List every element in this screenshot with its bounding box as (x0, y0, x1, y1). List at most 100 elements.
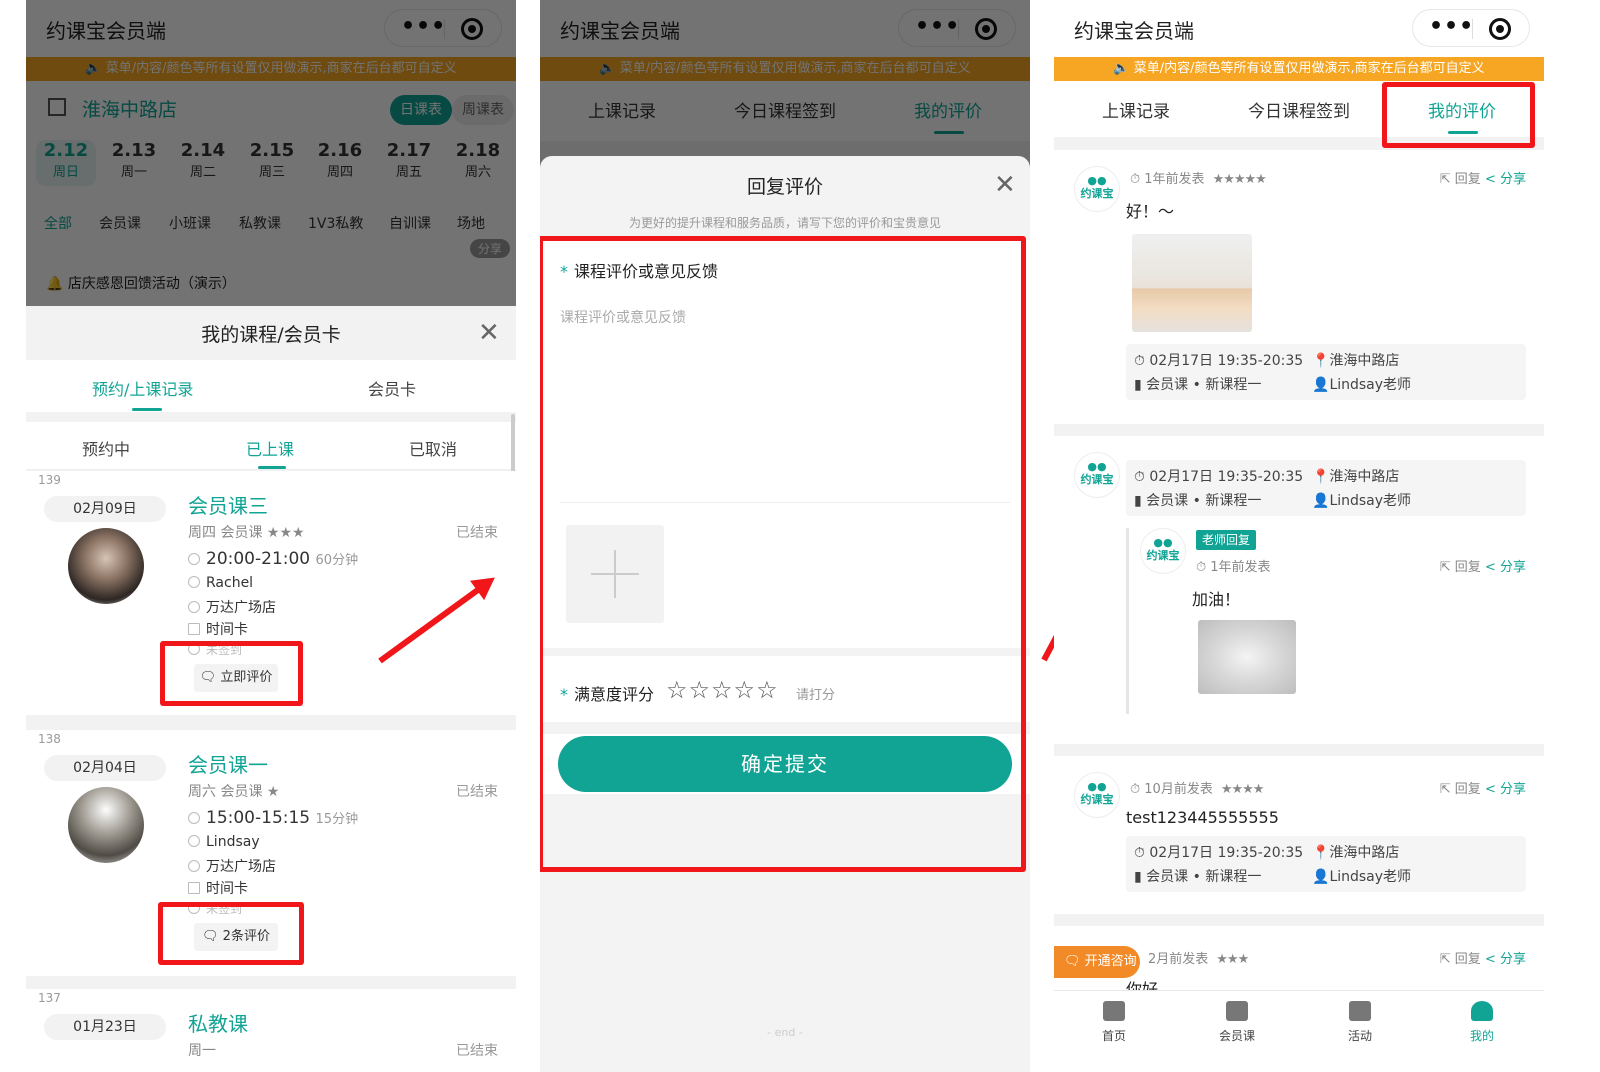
course-time: 15:00-15:15 15分钟 (188, 808, 358, 828)
course-title[interactable]: 会员课一 (188, 749, 268, 778)
teacher-reply-badge: 老师回复 (1196, 530, 1257, 550)
brand-logo: ●● 约课宝 (1140, 528, 1186, 574)
date-cell[interactable]: 2.17 周五 (379, 140, 439, 186)
mini-program-capsule[interactable]: ••• (1412, 9, 1530, 47)
review-photo[interactable] (1132, 234, 1252, 332)
course-card[interactable]: 139 02月09日 会员课三 周四 会员课 ★★★ 已结束 20:00-21:… (26, 471, 516, 715)
card-type: 时间卡 (188, 878, 248, 898)
course-date: 02月09日 (44, 496, 166, 522)
date-cell[interactable]: 2.13 周一 (104, 140, 164, 186)
close-icon[interactable]: ✕ (478, 320, 500, 346)
mini-program-capsule[interactable]: ••• (384, 9, 502, 47)
review-meta: ⏱ 1年前发表 ★★★★★ (1130, 172, 1267, 187)
nav-mine[interactable]: 我的 (1452, 1001, 1512, 1044)
share-link[interactable]: < 分享 (1485, 782, 1526, 797)
reply-photo[interactable] (1198, 620, 1296, 694)
date-cell[interactable]: 2.14 周二 (173, 140, 233, 186)
date-cell[interactable]: 2.15 周三 (242, 140, 302, 186)
more-icon[interactable]: ••• (401, 10, 445, 46)
tab-cancelled[interactable]: 已取消 (409, 436, 457, 460)
app-title: 约课宝会员端 (46, 19, 166, 43)
course-title[interactable]: 私教课 (188, 1008, 248, 1037)
tab-my-reviews[interactable]: 我的评价 (914, 97, 982, 122)
venue: 万达广场店 (188, 856, 276, 876)
user-icon (1471, 1001, 1493, 1021)
consult-button[interactable]: 🗨 开通咨询 (1054, 946, 1140, 978)
course-card[interactable]: 137 01月23日 私教课 周一 已结束 (26, 989, 516, 1072)
more-icon[interactable]: ••• (1429, 10, 1473, 46)
course-status: 已结束 (456, 1043, 498, 1059)
course-info: ⏱ 02月17日 19:35-20:35 📍淮海中路店 ▮ 会员课 • 新课程一 👤… (1126, 836, 1526, 892)
venue: 万达广场店 (188, 597, 276, 617)
review-item: ●● 约课宝 ⏱ 02月17日 19:35-20:35 📍淮海中路店 ▮ 会员课 •… (1054, 436, 1544, 744)
nav-activity[interactable]: 活动 (1330, 1001, 1390, 1044)
store-selector[interactable]: 淮海中路店 (82, 95, 177, 122)
review-item: ●● 约课宝 ⏱ 1年前发表 ★★★★★ ⇱ 回复 < 分享 好！～ ⏱ 02月17… (1054, 150, 1544, 424)
date-cell[interactable]: 2.16 周四 (310, 140, 370, 186)
nav-member-class[interactable]: 会员课 (1207, 1001, 1267, 1044)
tab-class-records[interactable]: 上课记录 (1102, 97, 1170, 122)
date-cell[interactable]: 2.12 周日 (36, 140, 96, 186)
tab-class-records[interactable]: 上课记录 (588, 97, 656, 122)
announcement[interactable]: 🔔 店庆感恩回馈活动（演示） (46, 273, 236, 293)
record-number: 138 (38, 732, 61, 746)
close-icon[interactable]: ✕ (994, 172, 1016, 198)
course-title[interactable]: 会员课三 (188, 490, 268, 519)
highlight-box (160, 641, 303, 706)
tab-today-checkin[interactable]: 今日课程签到 (734, 97, 836, 122)
course-subtitle: 周一 (188, 1043, 216, 1059)
tab-week-schedule[interactable]: 周课表 (452, 95, 514, 125)
category-tab[interactable]: 私教课 (239, 213, 281, 233)
category-tab[interactable]: 自训课 (389, 213, 431, 233)
coach-avatar (68, 528, 144, 604)
location-icon (188, 601, 200, 613)
person-icon (188, 835, 200, 847)
nav-home[interactable]: 首页 (1084, 1001, 1144, 1044)
more-icon[interactable]: ••• (915, 10, 959, 46)
coach-name: Rachel (188, 575, 253, 591)
course-subtitle: 周四 会员课 ★★★ (188, 525, 305, 541)
date-cell[interactable]: 2.18 周六 (448, 140, 508, 186)
tab-booked[interactable]: 预约中 (82, 436, 130, 460)
record-number: 139 (38, 473, 61, 487)
modal-title: 回复评价 (746, 176, 823, 198)
share-button[interactable]: 分享 (469, 239, 510, 258)
close-program-icon[interactable] (1489, 18, 1511, 40)
reply-link[interactable]: 回复 (1455, 782, 1481, 797)
tab-attended[interactable]: 已上课 (246, 436, 294, 460)
tab-day-schedule[interactable]: 日课表 (390, 95, 452, 125)
share-link[interactable]: < 分享 (1485, 172, 1526, 187)
brand-logo: ●● 约课宝 (1074, 166, 1120, 212)
share-link[interactable]: < 分享 (1485, 952, 1526, 967)
category-tab[interactable]: 小班课 (169, 213, 211, 233)
reply-link[interactable]: 回复 (1455, 172, 1481, 187)
mini-program-capsule[interactable]: ••• (898, 9, 1016, 47)
card-icon (188, 882, 200, 894)
share-link[interactable]: < 分享 (1485, 560, 1526, 575)
reply-text: 加油！ (1192, 590, 1241, 609)
category-tab[interactable]: 1V3私教 (308, 213, 363, 233)
category-all[interactable]: 全部 (44, 213, 72, 233)
close-program-icon[interactable] (975, 18, 997, 40)
category-tab[interactable]: 会员课 (99, 213, 141, 233)
qr-icon[interactable] (48, 98, 66, 116)
person-icon (188, 576, 200, 588)
course-card[interactable]: 138 02月04日 会员课一 周六 会员课 ★ 已结束 15:00-15:15… (26, 730, 516, 976)
notice-bar: 🔈 菜单/内容/颜色等所有设置仅用做演示,商家在后台都可自定义 (1054, 57, 1544, 81)
location-icon (188, 860, 200, 872)
review-item: ●● 约课宝 ⏱ 10月前发表 ★★★★ ⇱ 回复 < 分享 test1234455… (1054, 756, 1544, 914)
app-title: 约课宝会员端 (560, 19, 680, 43)
panel-my-reviews: 约课宝会员端 ••• 🔈 菜单/内容/颜色等所有设置仅用做演示,商家在后台都可自… (1054, 0, 1544, 1072)
reply-link[interactable]: 回复 (1455, 952, 1481, 967)
category-tab[interactable]: 场地 (457, 213, 485, 233)
review-meta: ⏱ 10月前发表 ★★★★ (1130, 782, 1264, 797)
tab-today-checkin[interactable]: 今日课程签到 (1248, 97, 1350, 122)
reply-link[interactable]: 回复 (1455, 560, 1481, 575)
review-text: 好！～ (1126, 202, 1175, 221)
tab-member-card[interactable]: 会员卡 (368, 376, 416, 400)
brand-logo: ●● 约课宝 (1074, 452, 1120, 498)
home-icon (1103, 1001, 1125, 1021)
course-info: ⏱ 02月17日 19:35-20:35 📍淮海中路店 ▮ 会员课 • 新课程一 👤… (1126, 344, 1526, 400)
close-program-icon[interactable] (461, 18, 483, 40)
tab-booking-records[interactable]: 预约/上课记录 (92, 376, 193, 400)
